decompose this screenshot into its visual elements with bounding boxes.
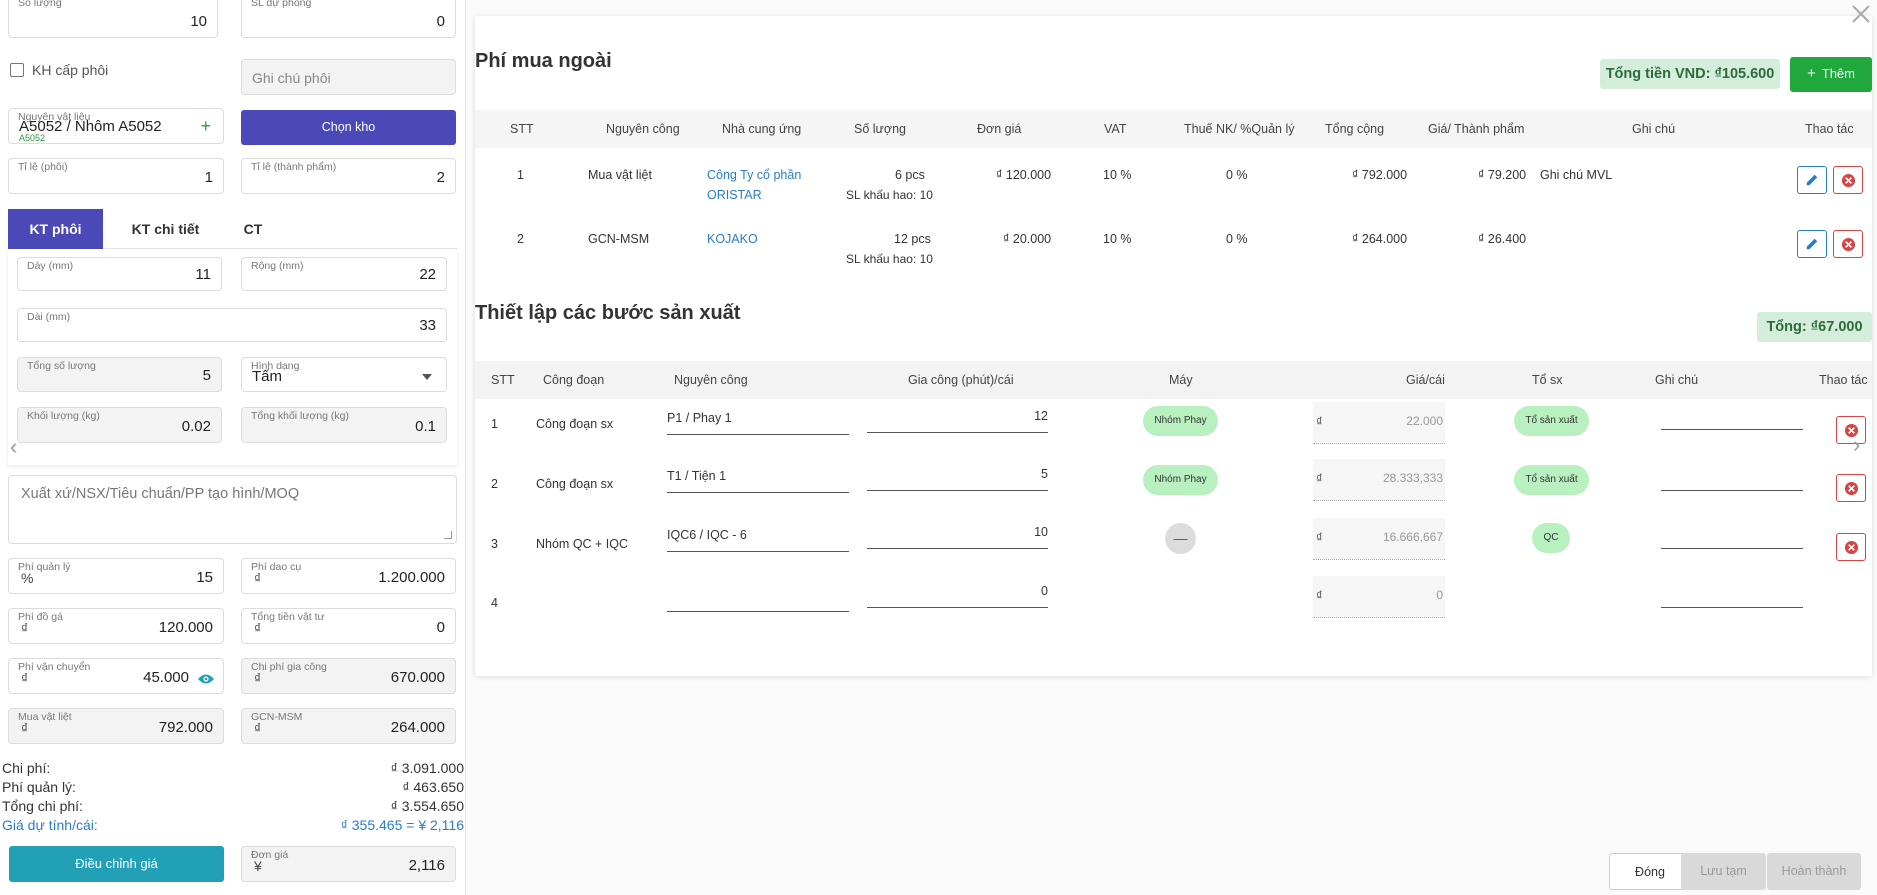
- nguyen-cong-input[interactable]: [667, 588, 849, 612]
- chi-phi-gia-cong-field: Chi phí gia công ₫ 670.000: [241, 658, 456, 694]
- to-sx-tag[interactable]: QC: [1532, 523, 1570, 553]
- phi-dao-cu-field[interactable]: Phí dao cụ ₫ 1.200.000: [241, 558, 456, 594]
- close-circle-icon: [1844, 481, 1859, 496]
- delete-button[interactable]: [1836, 533, 1866, 561]
- edit-button[interactable]: [1797, 166, 1827, 194]
- table2-header: STT Công đoạn Nguyên công Gia công (phút…: [475, 361, 1872, 399]
- dong-button[interactable]: Đóng: [1609, 853, 1691, 890]
- delete-button[interactable]: [1836, 416, 1866, 444]
- summary-phi-quan-ly: Phí quản lý: ₫ 463.650: [2, 779, 464, 795]
- nguyen-cong-input[interactable]: T1 / Tiện 1: [667, 469, 849, 493]
- section-thiet-lap-title: Thiết lập các bước sản xuất: [475, 302, 741, 324]
- rong-field[interactable]: Rộng (mm) 22: [241, 257, 447, 291]
- chon-kho-button[interactable]: Chọn kho: [241, 110, 456, 145]
- ncu-link[interactable]: KOJAKO: [707, 232, 758, 246]
- delete-button[interactable]: [1836, 474, 1866, 502]
- summary-tong-chi-phi: Tổng chi phí: ₫ 3.554.650: [2, 798, 464, 814]
- summary-chi-phi: Chi phí: ₫ 3.091.000: [2, 760, 464, 776]
- kt-tabs: KT phôi KT chi tiết CT: [8, 209, 457, 249]
- phi-do-ga-field[interactable]: Phí đồ gá ₫ 120.000: [8, 608, 224, 644]
- close-circle-icon: [1844, 540, 1859, 555]
- dai-field[interactable]: Dài (mm) 33: [17, 308, 447, 342]
- tab-kt-phoi[interactable]: KT phôi: [8, 209, 103, 249]
- nguyen-cong-input[interactable]: IQC6 / IQC - 6: [667, 528, 849, 552]
- gia-cai-box: ₫ 0: [1313, 576, 1445, 618]
- gia-cong-input[interactable]: 0: [867, 584, 1048, 608]
- section-phi-mua-ngoai-title: Phí mua ngoài: [475, 50, 612, 72]
- plus-icon: +: [1807, 65, 1816, 82]
- ghi-chu-input[interactable]: [1661, 584, 1803, 608]
- ghi-chu-input[interactable]: [1661, 525, 1803, 549]
- tong2-badge: Tổng: ₫67.000: [1757, 312, 1872, 342]
- them-button[interactable]: + Thêm: [1790, 57, 1872, 92]
- phi-van-chuyen-field[interactable]: Phí vận chuyển ₫ 45.000: [8, 658, 224, 694]
- dieu-chinh-gia-button[interactable]: Điều chỉnh giá: [9, 846, 224, 882]
- gia-cai-box: ₫ 16.666,667: [1313, 518, 1445, 560]
- pencil-icon: [1806, 238, 1818, 250]
- chevron-left-icon[interactable]: ‹: [10, 434, 17, 460]
- mua-vat-liet-field: Mua vật liệt ₫ 792.000: [8, 708, 224, 744]
- may-tag[interactable]: Nhóm Phay: [1143, 406, 1218, 436]
- close-circle-icon: [1841, 173, 1856, 188]
- table1-header: STT Nguyên công Nhà cung ứng Số lượng Đơ…: [475, 110, 1872, 148]
- kh-cap-phoi-checkbox[interactable]: [10, 63, 24, 77]
- xuat-xu-textarea[interactable]: Xuất xứ/NSX/Tiêu chuẩn/PP tạo hình/MOQ: [8, 475, 457, 544]
- tab-kt-chi-tiet[interactable]: KT chi tiết: [118, 209, 213, 249]
- add-material-icon[interactable]: +: [200, 117, 211, 135]
- gia-cong-input[interactable]: 12: [867, 409, 1048, 433]
- tong-khoi-luong-field: Tổng khối lượng (kg) 0.1: [241, 407, 447, 443]
- don-gia-field: Đơn giá ¥ 2,116: [241, 846, 456, 882]
- delete-button[interactable]: [1833, 166, 1863, 194]
- gia-cai-box: ₫ 22.000: [1313, 402, 1445, 444]
- close-circle-icon: [1841, 237, 1856, 252]
- tong-tien-badge: Tổng tiền VND: ₫105.600: [1600, 59, 1780, 89]
- gia-cong-input[interactable]: 5: [867, 467, 1048, 491]
- chevron-right-icon[interactable]: ›: [1853, 432, 1860, 458]
- delete-button[interactable]: [1833, 230, 1863, 258]
- to-sx-tag[interactable]: Tổ sản xuất: [1514, 465, 1589, 495]
- ti-le-phoi-field[interactable]: Tỉ lệ (phôi) 1: [8, 158, 224, 194]
- chevron-down-icon: [422, 374, 432, 380]
- to-sx-tag[interactable]: Tổ sản xuất: [1514, 406, 1589, 436]
- ghi-chu-input[interactable]: [1661, 467, 1803, 491]
- khoi-luong-field: Khối lượng (kg) 0.02: [17, 407, 222, 443]
- day-field[interactable]: Dày (mm) 11: [17, 257, 222, 291]
- tong-so-luong-field: Tổng số lượng 5: [17, 357, 222, 392]
- left-panel: Số lượng 10 SL dự phòng 0 KH cấp phôi Gh…: [0, 0, 466, 895]
- luu-tam-button[interactable]: Lưu tạm: [1681, 853, 1766, 890]
- close-icon[interactable]: [1849, 2, 1873, 26]
- eye-icon[interactable]: [197, 673, 215, 685]
- may-tag[interactable]: Nhóm Phay: [1143, 465, 1218, 495]
- phi-quan-ly-field[interactable]: Phí quản lý % 15: [8, 558, 224, 594]
- ncu-link[interactable]: ORISTAR: [707, 188, 762, 202]
- gia-cai-box: ₫ 28.333,333: [1313, 459, 1445, 501]
- tong-tien-vat-tu-field[interactable]: Tổng tiền vật tư ₫ 0: [241, 608, 456, 644]
- sl-du-phong-field[interactable]: SL dự phòng 0: [241, 0, 456, 38]
- ghi-chu-phoi-input[interactable]: Ghi chú phôi: [241, 59, 456, 95]
- hinh-dang-select[interactable]: Hình dạng Tấm: [241, 357, 447, 392]
- kh-cap-phoi-label: KH cấp phôi: [32, 62, 109, 78]
- nguyen-vat-lieu-select[interactable]: Nguyên vật liệu A5052 / Nhôm A5052 A5052…: [8, 108, 224, 144]
- hoan-thanh-button[interactable]: Hoàn thành: [1767, 853, 1861, 890]
- gia-cong-input[interactable]: 10: [867, 525, 1048, 549]
- kt-phoi-panel: Dày (mm) 11 Rộng (mm) 22 Dài (mm) 33 Tổn…: [8, 249, 457, 465]
- pencil-icon: [1806, 174, 1818, 186]
- ghi-chu-input[interactable]: [1661, 406, 1803, 430]
- ncu-link[interactable]: Công Ty cổ phần: [707, 168, 801, 182]
- nguyen-cong-input[interactable]: P1 / Phay 1: [667, 411, 849, 435]
- so-luong-field[interactable]: Số lượng 10: [8, 0, 218, 38]
- resize-grip-icon[interactable]: [444, 531, 452, 539]
- gcn-msm-field: GCN-MSM ₫ 264.000: [241, 708, 456, 744]
- ti-le-thanh-pham-field[interactable]: Tỉ lệ (thành phẩm) 2: [241, 158, 456, 194]
- tab-ct[interactable]: CT: [228, 209, 278, 249]
- edit-button[interactable]: [1797, 230, 1827, 258]
- may-empty-tag[interactable]: —: [1165, 523, 1196, 554]
- summary-gia-du-tinh: Giá dự tính/cái: ₫ 355.465 = ¥ 2,116: [2, 817, 464, 833]
